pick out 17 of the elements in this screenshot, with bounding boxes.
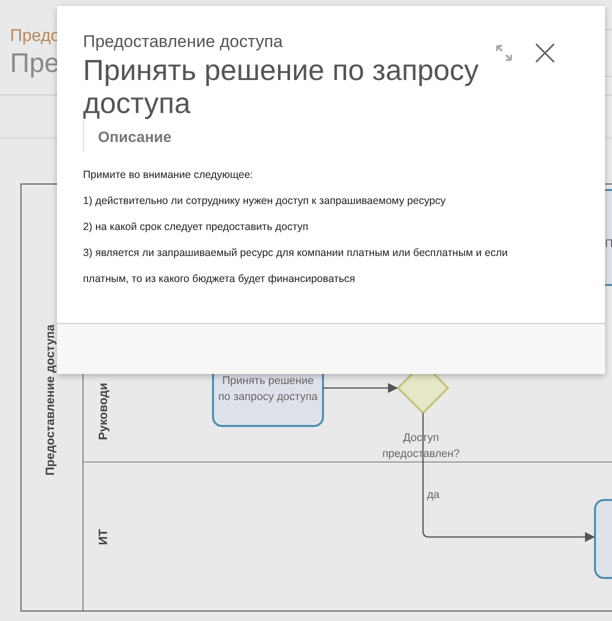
modal-title: Принять решение по запросу доступа [83, 55, 480, 121]
edge-label: да [427, 489, 440, 501]
description-text: 1) действительно ли сотруднику нужен доступ к запрашиваемому ресурсу [83, 194, 447, 209]
description-text: Примите во внимание следующее: [83, 168, 254, 183]
lane-label: ИТ [96, 529, 110, 545]
description-tab[interactable]: Описание [83, 121, 575, 152]
node-label: Принять решение по запросу доступа [218, 375, 318, 403]
page-title: Пре [10, 47, 60, 80]
node-label: П [605, 238, 612, 250]
description-text: 2) на какой срок следует предоставить доступ [83, 220, 310, 235]
modal-subtitle: Предоставление доступа [83, 32, 284, 52]
task-box[interactable] [594, 499, 612, 579]
pool-label: Предоставление доступа [43, 324, 57, 476]
close-icon[interactable] [534, 42, 556, 64]
description-text: 3) является ли запрашиваемый ресурс для компании платным или бесплатным и если платным, то из какого бюджета будет финансироваться [83, 246, 509, 287]
expand-icon[interactable] [494, 43, 514, 63]
lane-label: Руководи [96, 382, 110, 440]
